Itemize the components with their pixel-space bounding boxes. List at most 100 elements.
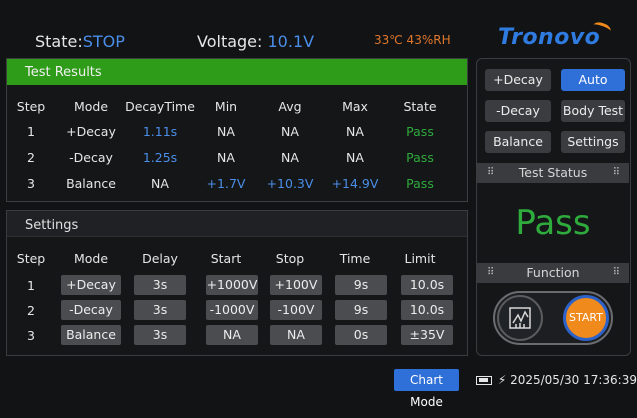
charging-plug-icon: ⚡ [497, 373, 507, 387]
state-indicator: State:STOP [35, 32, 125, 51]
step-cell: 2 [27, 150, 35, 165]
minus-decay-button[interactable]: -Decay [485, 100, 551, 122]
column-header: Stop [275, 251, 305, 266]
column-header: Mode [73, 251, 109, 266]
step-cell: 1 [27, 124, 35, 139]
control-side-panel: +Decay Auto -Decay Body Test Balance Set… [476, 58, 631, 356]
time-field[interactable]: 9s [335, 275, 387, 295]
column-header: Mode [73, 99, 109, 114]
column-header: Delay [142, 251, 178, 266]
min-cell: NA [217, 124, 235, 139]
settings-title: Settings [7, 211, 467, 237]
state-value: STOP [82, 32, 125, 51]
voltage-value: 10.1V [267, 32, 315, 51]
environment-readout: 33℃ 43%RH [374, 33, 451, 47]
function-title: Function [526, 265, 580, 280]
column-header: DecayTime [125, 99, 195, 114]
grip-icon: ⠿ [487, 167, 494, 178]
decay-time-cell: 1.11s [142, 124, 178, 139]
min-cell: +1.7V [206, 176, 246, 191]
max-cell: +14.9V [331, 176, 379, 191]
function-bar: ⠿ Function ⠿ [477, 263, 629, 283]
brand-logo: Tronovo [498, 20, 613, 50]
min-cell: NA [217, 150, 235, 165]
stop-field[interactable]: -100V [270, 300, 322, 320]
step-cell: 2 [27, 303, 35, 318]
voltage-label: Voltage: [197, 32, 263, 51]
decay-time-cell: NA [151, 176, 169, 191]
column-header: Min [214, 99, 238, 114]
step-cell: 3 [27, 176, 35, 191]
test-status-value: Pass [515, 203, 591, 243]
grip-icon: ⠿ [612, 167, 620, 178]
start-field[interactable]: +1000V [206, 275, 258, 295]
mode-cell: -Decay [69, 150, 113, 165]
mode-cell: +Decay [66, 124, 116, 139]
max-cell: NA [346, 124, 364, 139]
table-row: 2 -Decay 1.25s NA NA NA Pass [7, 147, 469, 169]
state-cell: Pass [406, 176, 434, 191]
limit-field[interactable]: 10.0s [401, 300, 453, 320]
column-header: Avg [278, 99, 302, 114]
stop-button[interactable] [497, 295, 543, 341]
stop-hand-icon [509, 307, 531, 329]
table-row: 1 +Decay 3s +1000V +100V 9s 10.0s [7, 275, 469, 297]
column-header: Step [16, 251, 46, 266]
mode-field[interactable]: +Decay [61, 275, 121, 295]
time-field[interactable]: 9s [335, 300, 387, 320]
function-control: START [493, 291, 613, 345]
test-status-bar: ⠿ Test Status ⠿ [477, 163, 629, 183]
column-header: Max [342, 99, 368, 114]
settings-panel: Settings Step Mode Delay Start Stop Time… [6, 210, 468, 356]
column-header: Time [339, 251, 371, 266]
delay-field[interactable]: 3s [134, 325, 186, 345]
table-row: 3 Balance NA +1.7V +10.3V +14.9V Pass [7, 173, 469, 195]
battery-icon [476, 376, 492, 385]
start-field[interactable]: -1000V [206, 300, 258, 320]
start-field[interactable]: NA [206, 325, 258, 345]
start-button[interactable]: START [563, 295, 609, 341]
decay-time-cell: 1.25s [142, 150, 178, 165]
state-cell: Pass [406, 150, 434, 165]
balance-button[interactable]: Balance [485, 131, 551, 153]
max-cell: NA [346, 150, 364, 165]
delay-field[interactable]: 3s [134, 300, 186, 320]
state-cell: Pass [406, 124, 434, 139]
column-header: Start [210, 251, 242, 266]
time-field[interactable]: 0s [335, 325, 387, 345]
delay-field[interactable]: 3s [134, 275, 186, 295]
test-status-title: Test Status [518, 165, 588, 180]
test-results-title: Test Results [7, 59, 467, 85]
body-test-button[interactable]: Body Test [561, 100, 625, 122]
settings-button[interactable]: Settings [561, 131, 625, 153]
limit-field[interactable]: 10.0s [401, 275, 453, 295]
test-results-panel: Test Results Step Mode DecayTime Min Avg… [6, 58, 468, 202]
results-header-row: Step Mode DecayTime Min Avg Max State [7, 96, 469, 118]
table-row: 1 +Decay 1.11s NA NA NA Pass [7, 121, 469, 143]
stop-field[interactable]: NA [270, 325, 322, 345]
column-header: State [403, 99, 437, 114]
voltage-indicator: Voltage: 10.1V [197, 32, 314, 51]
status-header: State:STOP Voltage: 10.1V 33℃ 43%RH Tron… [0, 0, 637, 56]
step-cell: 3 [27, 328, 35, 343]
datetime: 2025/05/30 17:36:39 [510, 373, 637, 387]
avg-cell: NA [281, 124, 299, 139]
table-row: 3 Balance 3s NA NA 0s ±35V [7, 325, 469, 347]
plus-decay-button[interactable]: +Decay [485, 69, 551, 91]
auto-button[interactable]: Auto [561, 69, 625, 91]
chart-mode-button[interactable]: Chart Mode [394, 369, 459, 409]
grip-icon: ⠿ [612, 267, 620, 278]
avg-cell: +10.3V [266, 176, 314, 191]
brand-name: Tronovo [498, 25, 601, 50]
settings-header-row: Step Mode Delay Start Stop Time Limit [7, 248, 469, 270]
limit-field[interactable]: ±35V [401, 325, 453, 345]
mode-field[interactable]: -Decay [61, 300, 121, 320]
state-label: State: [35, 32, 83, 51]
stop-field[interactable]: +100V [270, 275, 322, 295]
step-cell: 1 [27, 278, 35, 293]
mode-cell: Balance [66, 176, 116, 191]
mode-field[interactable]: Balance [61, 325, 121, 345]
column-header: Step [16, 99, 46, 114]
table-row: 2 -Decay 3s -1000V -100V 9s 10.0s [7, 300, 469, 322]
column-header: Limit [404, 251, 436, 266]
